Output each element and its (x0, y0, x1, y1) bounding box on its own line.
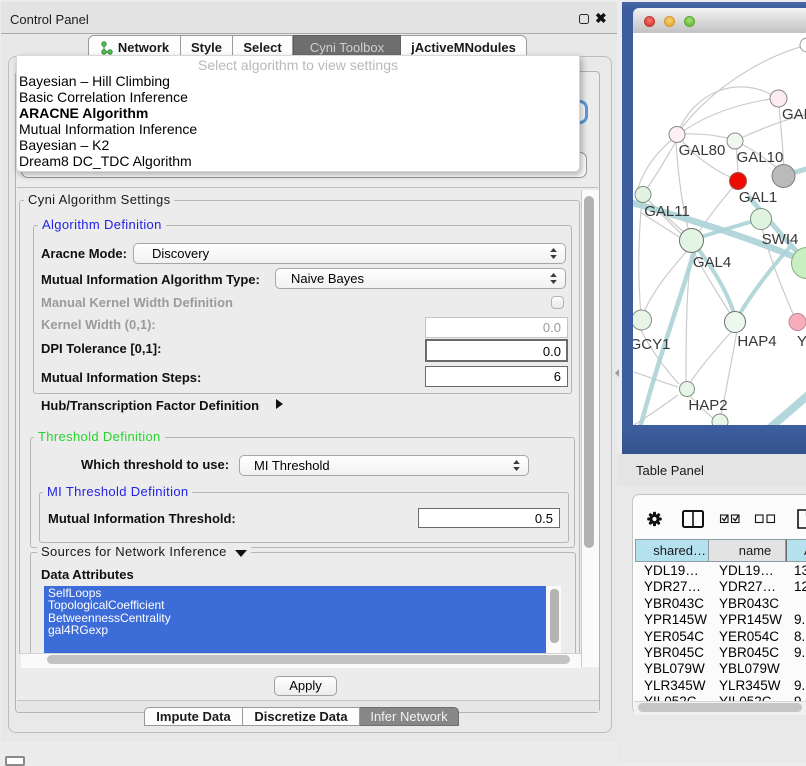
svg-text:GAL10: GAL10 (737, 149, 784, 166)
svg-text:GAL: GAL (782, 106, 806, 123)
svg-text:GAL11: GAL11 (644, 203, 690, 220)
svg-text:HAP4: HAP4 (737, 333, 776, 350)
svg-text:Y: Y (797, 333, 806, 350)
svg-text:SWI4: SWI4 (762, 231, 799, 248)
svg-text:GAL1: GAL1 (739, 189, 777, 206)
svg-text:GAL4: GAL4 (693, 254, 731, 271)
svg-text:HAP2: HAP2 (688, 397, 727, 414)
svg-text:GAL80: GAL80 (679, 142, 726, 159)
svg-text:GCY1: GCY1 (633, 336, 670, 353)
